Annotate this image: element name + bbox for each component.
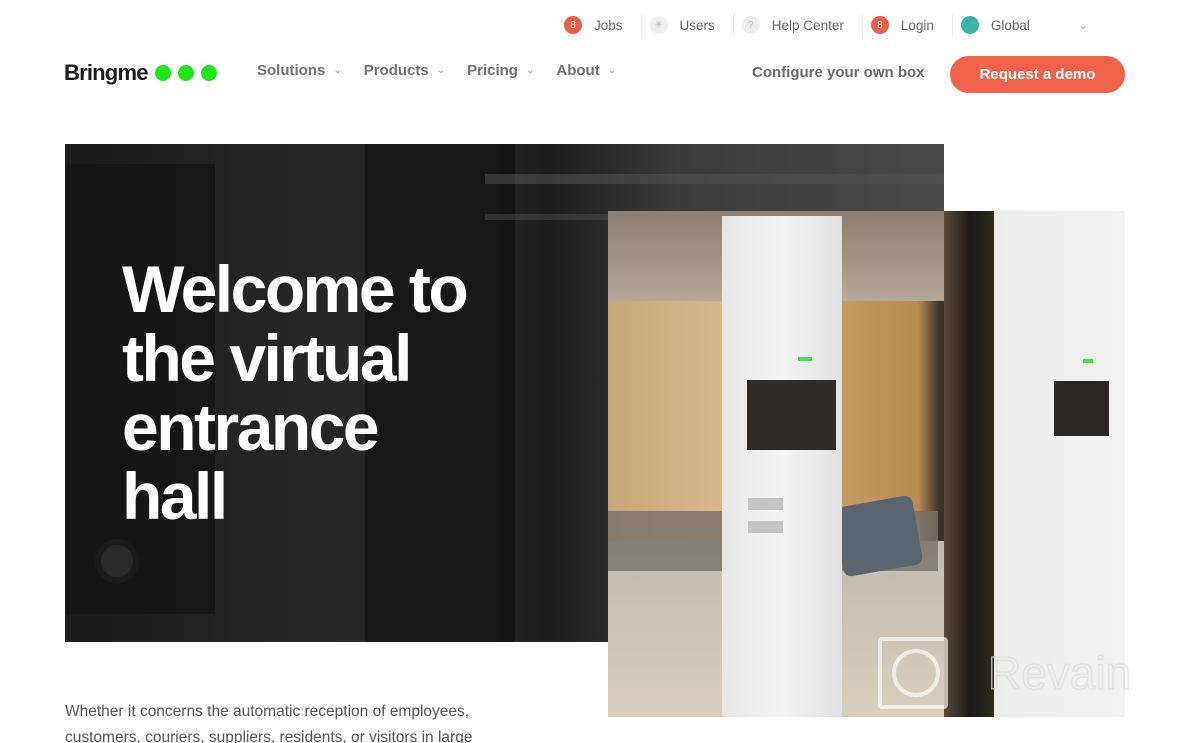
configure-box-link[interactable]: Configure your own box (752, 64, 925, 81)
chevron-down-icon: ⌄ (436, 65, 446, 76)
util-login-label: Login (900, 17, 934, 33)
logo-dot (200, 65, 217, 81)
utility-bar: 8 Jobs ✳ Users ? Help Center 8 Login Glo… (556, 10, 1106, 40)
hero-title-line: the virtual (122, 321, 412, 395)
wall-unit-dots (1083, 359, 1093, 363)
nav-solutions[interactable]: Solutions ⌄ (257, 62, 342, 79)
util-jobs-link[interactable]: 8 Jobs (556, 13, 642, 37)
watermark-text: Revain (987, 646, 1132, 700)
globe-icon (960, 16, 979, 34)
chevron-down-icon[interactable]: ⌄ (1078, 18, 1088, 32)
logo[interactable]: Bringme (64, 60, 224, 86)
logo-dot (177, 65, 194, 81)
revain-watermark: Revain (878, 637, 1132, 709)
users-icon: ✳ (649, 16, 668, 34)
chevron-down-icon: ⌄ (525, 65, 535, 76)
logo-text: Bringme (64, 60, 148, 85)
util-region-label: Global (990, 17, 1030, 33)
nav-pricing-label: Pricing (467, 62, 518, 79)
kiosk-logo-dots (798, 357, 812, 361)
nav-solutions-label: Solutions (257, 62, 326, 79)
hero-title-line: entrance (122, 390, 380, 464)
nav-about-label: About (556, 62, 600, 79)
revain-logo-icon (878, 637, 948, 709)
chevron-down-icon: ⌄ (333, 65, 342, 76)
jobs-icon: 8 (564, 16, 582, 34)
hero-title-line: hall (122, 459, 228, 533)
photo-cushion (832, 494, 924, 578)
ceiling-beam (485, 174, 944, 184)
kiosk-slot (748, 498, 783, 510)
hero-title-line: Welcome to (122, 252, 469, 326)
util-region-selector[interactable]: Global ⌄ (953, 13, 1106, 37)
wall-unit-screen (1054, 381, 1109, 436)
door-knob (95, 539, 139, 583)
util-help-center-label: Help Center (771, 17, 844, 33)
help-icon: ? (741, 16, 760, 34)
intro-paragraph: Whether it concerns the automatic recept… (65, 703, 473, 743)
kiosk-screen (747, 380, 836, 450)
util-jobs-label: Jobs (594, 17, 623, 33)
request-demo-button[interactable]: Request a demo (950, 56, 1125, 93)
hero-title: Welcome to the virtual entrance hall (122, 255, 542, 531)
nav-products[interactable]: Products ⌄ (364, 62, 445, 79)
logo-dots-icon (154, 65, 224, 81)
util-users-link[interactable]: ✳ Users (642, 13, 734, 37)
util-users-label: Users (679, 17, 715, 33)
util-login-link[interactable]: 8 Login (863, 13, 953, 37)
chevron-down-icon: ⌄ (607, 65, 617, 76)
nav-products-label: Products (363, 62, 429, 79)
photo-kiosk (722, 216, 842, 717)
login-icon: 8 (870, 16, 889, 34)
logo-dot (154, 65, 171, 81)
nav-about[interactable]: About ⌄ (556, 62, 616, 79)
nav-pricing[interactable]: Pricing ⌄ (467, 62, 534, 79)
main-nav: Solutions ⌄ Products ⌄ Pricing ⌄ About ⌄ (257, 62, 638, 79)
util-help-center-link[interactable]: ? Help Center (734, 13, 863, 37)
kiosk-slot (748, 521, 783, 533)
